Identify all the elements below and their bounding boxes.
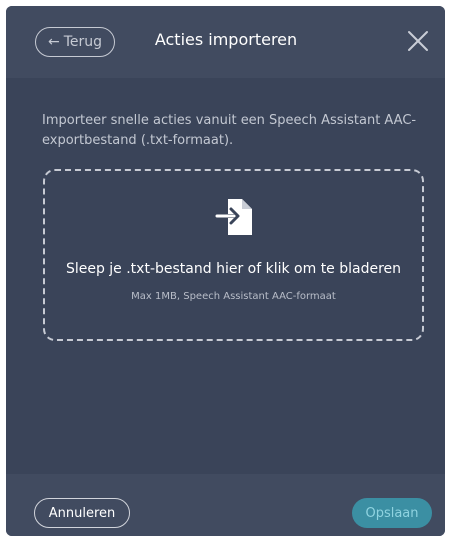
arrow-left-icon: ← (47, 34, 60, 50)
back-button-label: Terug (63, 34, 103, 50)
dialog-title: Acties importeren (154, 30, 298, 49)
cancel-button[interactable]: Annuleren (34, 498, 130, 528)
dropzone-hint: Max 1MB, Speech Assistant AAC-formaat (131, 291, 336, 302)
dialog-content: Importeer snelle acties vanuit een Speec… (6, 78, 445, 474)
import-actions-dialog: ← Terug Acties importeren Importeer snel… (6, 6, 445, 536)
dialog-footer: Annuleren Opslaan (6, 474, 445, 536)
dropzone-label: Sleep je .txt-bestand hier of klik om te… (65, 261, 402, 277)
import-description: Importeer snelle acties vanuit een Speec… (42, 113, 417, 148)
file-dropzone[interactable]: Sleep je .txt-bestand hier of klik om te… (43, 169, 424, 341)
save-button[interactable]: Opslaan (352, 498, 432, 528)
close-icon[interactable] (405, 28, 431, 54)
back-button[interactable]: ← Terug (35, 27, 115, 57)
file-import-icon (215, 199, 252, 235)
dialog-header: ← Terug Acties importeren (6, 6, 445, 78)
